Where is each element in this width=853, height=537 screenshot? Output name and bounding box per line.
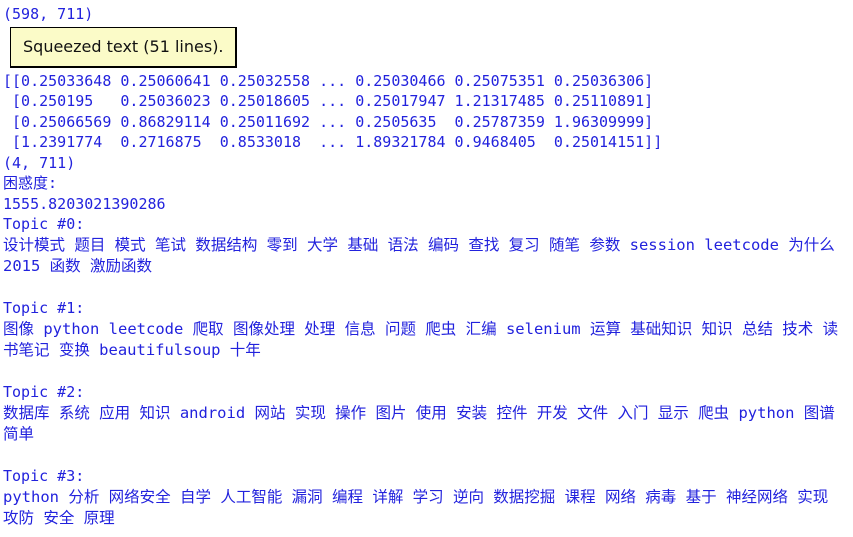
topic-words-3: python 分析 网络安全 自学 人工智能 漏洞 编程 详解 学习 逆向 数据…	[3, 488, 838, 527]
topic-header-2: Topic #2:	[3, 383, 85, 401]
console-output-pane[interactable]: (598, 711) Squeezed text (51 lines). [[0…	[0, 0, 853, 537]
squeezed-text-row: Squeezed text (51 lines).	[3, 25, 851, 71]
topic-header-0: Topic #0:	[3, 215, 85, 233]
shape-line-first: (598, 711)	[3, 5, 94, 23]
topic-words-1: 图像 python leetcode 爬取 图像处理 处理 信息 问题 爬虫 汇…	[3, 320, 839, 359]
topic-block-0: Topic #0: 设计模式 题目 模式 笔试 数据结构 零到 大学 基础 语法…	[3, 214, 851, 277]
perplexity-value: 1555.8203021390286	[3, 194, 166, 213]
matrix-row-3: [1.2391774 0.2716875 0.8533018 ... 1.893…	[3, 133, 663, 151]
topic-block-2: Topic #2: 数据库 系统 应用 知识 android 网站 实现 操作 …	[3, 382, 851, 445]
topic-header-1: Topic #1:	[3, 299, 85, 317]
topic-header-3: Topic #3:	[3, 467, 85, 485]
topic-words-0: 设计模式 题目 模式 笔试 数据结构 零到 大学 基础 语法 编码 查找 复习 …	[3, 236, 845, 275]
squeezed-text-button[interactable]: Squeezed text (51 lines).	[10, 26, 237, 68]
shape-line-second: (4, 711)	[3, 153, 76, 172]
topic-block-3: Topic #3: python 分析 网络安全 自学 人工智能 漏洞 编程 详…	[3, 466, 851, 529]
matrix-row-1: [0.250195 0.25036023 0.25018605 ... 0.25…	[3, 92, 654, 110]
topic-words-2: 数据库 系统 应用 知识 android 网站 实现 操作 图片 使用 安装 控…	[3, 404, 845, 443]
matrix-row-0: [[0.25033648 0.25060641 0.25032558 ... 0…	[3, 71, 654, 90]
perplexity-label: 困惑度:	[3, 174, 58, 192]
topic-block-1: Topic #1: 图像 python leetcode 爬取 图像处理 处理 …	[3, 298, 851, 361]
matrix-row-2: [0.25066569 0.86829114 0.25011692 ... 0.…	[3, 112, 654, 131]
